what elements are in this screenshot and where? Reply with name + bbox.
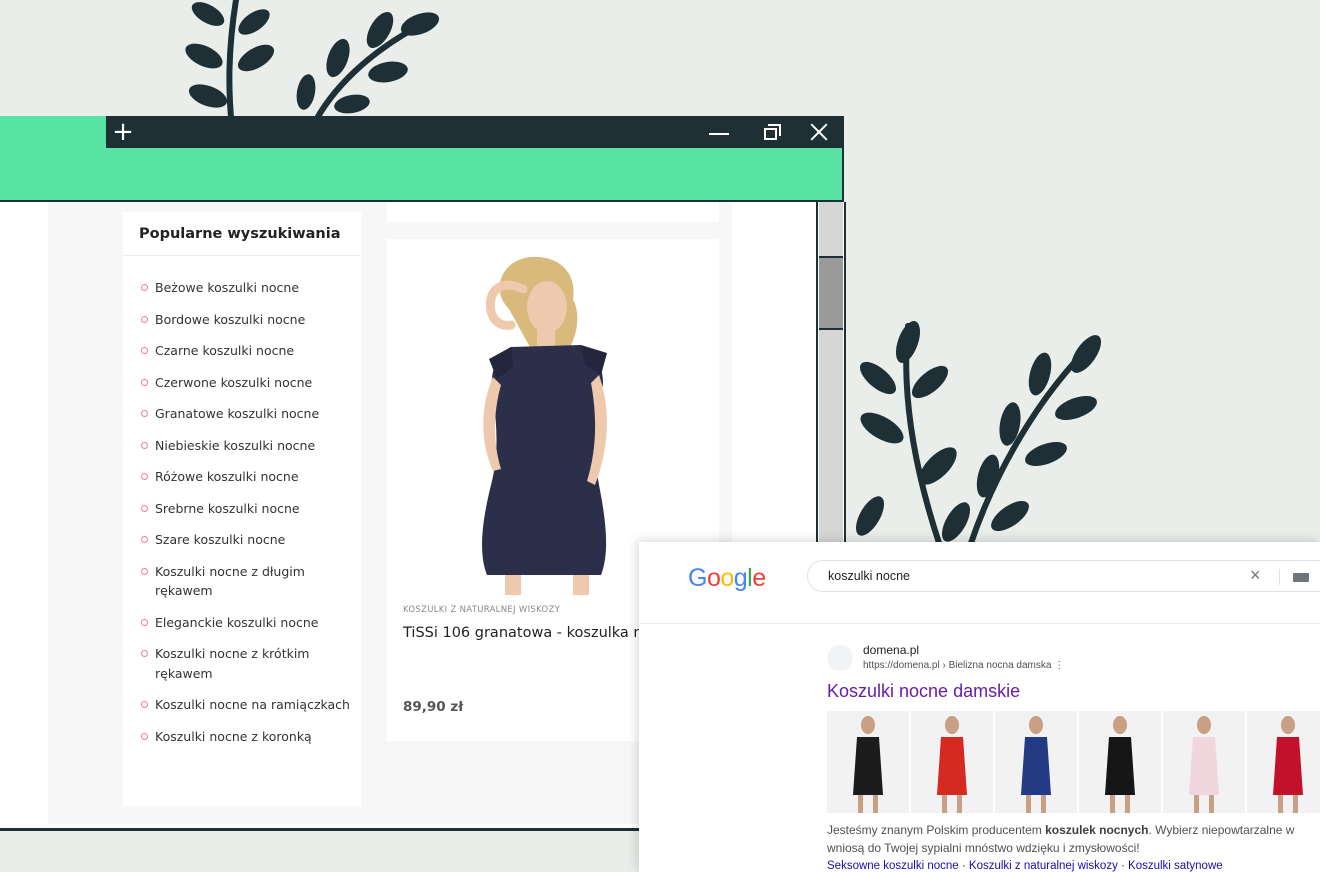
browser-tab[interactable] xyxy=(0,116,106,148)
result-url-text: https://domena.pl › Bielizna nocna damsk… xyxy=(863,660,1052,671)
scrollbar-thumb[interactable] xyxy=(819,258,843,330)
result-thumbnail[interactable] xyxy=(1247,711,1320,813)
search-input[interactable] xyxy=(828,569,1208,583)
thumbnail-figure xyxy=(1021,716,1051,813)
popular-search-link[interactable]: Czarne koszulki nocne xyxy=(141,341,351,361)
logo-letter: o xyxy=(720,564,734,592)
snippet-bold-keyword: koszulek nocnych xyxy=(1045,823,1149,837)
google-search-results: Google × domena.pl https://domena.pl › B… xyxy=(639,542,1320,872)
search-divider xyxy=(1279,569,1280,585)
close-icon[interactable] xyxy=(806,120,832,144)
result-snippet: Jesteśmy znanym Polskim producentem kosz… xyxy=(827,821,1294,857)
product-price: 89,90 zł xyxy=(403,699,464,715)
popular-search-link[interactable]: Szare koszulki nocne xyxy=(141,530,351,550)
popular-searches-list: Beżowe koszulki nocne Bordowe koszulki n… xyxy=(141,278,351,758)
snippet-text: . Wybierz niepowtarzalne w xyxy=(1148,823,1295,837)
popular-search-link[interactable]: Srebrne koszulki nocne xyxy=(141,499,351,519)
new-tab-icon[interactable]: + xyxy=(110,118,136,146)
thumbnail-figure xyxy=(853,716,883,813)
scrollbar-track-bottom[interactable] xyxy=(819,330,843,542)
popular-search-link[interactable]: Granatowe koszulki nocne xyxy=(141,404,351,424)
snippet-text-line2: wniosą do Twojej sypialni mnóstwo wdzięk… xyxy=(827,841,1140,855)
logo-letter: o xyxy=(706,564,721,592)
result-thumbnail[interactable] xyxy=(1163,711,1245,813)
popular-search-link[interactable]: Koszulki nocne z długim rękawem xyxy=(141,562,351,601)
plant-top-illustration xyxy=(185,0,440,130)
popular-search-link[interactable]: Beżowe koszulki nocne xyxy=(141,278,351,298)
result-title-link[interactable]: Koszulki nocne damskie xyxy=(827,681,1020,702)
result-sitelinks[interactable]: Seksowne koszulki nocne · Koszulki z nat… xyxy=(827,860,1223,872)
thumbnail-figure xyxy=(1189,716,1219,813)
popular-search-link[interactable]: Koszulki nocne z krótkim rękawem xyxy=(141,644,351,683)
result-site-name[interactable]: domena.pl xyxy=(863,643,919,657)
result-url[interactable]: https://domena.pl › Bielizna nocna damsk… xyxy=(863,660,1064,671)
popular-search-link[interactable]: Bordowe koszulki nocne xyxy=(141,310,351,330)
site-favicon xyxy=(827,645,853,671)
restore-icon[interactable] xyxy=(760,120,786,144)
google-logo[interactable]: Google xyxy=(688,564,766,593)
popular-search-link[interactable]: Różowe koszulki nocne xyxy=(141,467,351,487)
result-menu-icon[interactable]: ⋮ xyxy=(1054,660,1064,671)
logo-letter: G xyxy=(688,564,707,592)
thumbnail-figure xyxy=(937,716,967,813)
address-bar[interactable] xyxy=(0,148,844,202)
popular-search-link[interactable]: Niebieskie koszulki nocne xyxy=(141,436,351,456)
minimize-icon[interactable] xyxy=(706,120,732,144)
popular-search-link[interactable]: Czerwone koszulki nocne xyxy=(141,373,351,393)
result-thumbnail[interactable] xyxy=(1079,711,1161,813)
popular-search-link[interactable]: Koszulki nocne z koronką xyxy=(141,727,351,747)
snippet-text: Jesteśmy znanym Polskim producentem xyxy=(827,823,1046,837)
result-thumbnail[interactable] xyxy=(827,711,909,813)
popular-search-link[interactable]: Eleganckie koszulki nocne xyxy=(141,613,351,633)
previous-product-card xyxy=(387,202,719,222)
page-content: Popularne wyszukiwania Beżowe koszulki n… xyxy=(48,202,732,824)
thumbnail-figure xyxy=(1273,716,1303,813)
result-thumbnail[interactable] xyxy=(995,711,1077,813)
product-name[interactable]: TiSSi 106 granatowa - koszulka nocna xyxy=(403,625,678,641)
logo-letter: g xyxy=(733,564,748,592)
result-thumbnail[interactable] xyxy=(911,711,993,813)
popular-searches-title: Popularne wyszukiwania xyxy=(139,226,341,242)
keyboard-icon[interactable] xyxy=(1293,573,1309,582)
results-divider xyxy=(639,623,1320,624)
scrollbar-track-top[interactable] xyxy=(819,202,843,258)
search-box[interactable]: × xyxy=(807,560,1320,592)
logo-letter: e xyxy=(752,564,766,592)
clear-icon[interactable]: × xyxy=(1250,565,1261,586)
popular-search-link[interactable]: Koszulki nocne na ramiączkach xyxy=(141,695,351,715)
plant-right-illustration xyxy=(856,321,1102,546)
scrollbar[interactable] xyxy=(816,202,846,542)
thumbnail-figure xyxy=(1105,716,1135,813)
tab-bar: + xyxy=(0,116,844,148)
popular-searches-panel: Popularne wyszukiwania Beżowe koszulki n… xyxy=(123,212,361,806)
product-category: KOSZULKI Z NATURALNEJ WISKOZY xyxy=(403,605,561,615)
result-image-strip xyxy=(827,711,1320,813)
divider xyxy=(123,255,361,256)
